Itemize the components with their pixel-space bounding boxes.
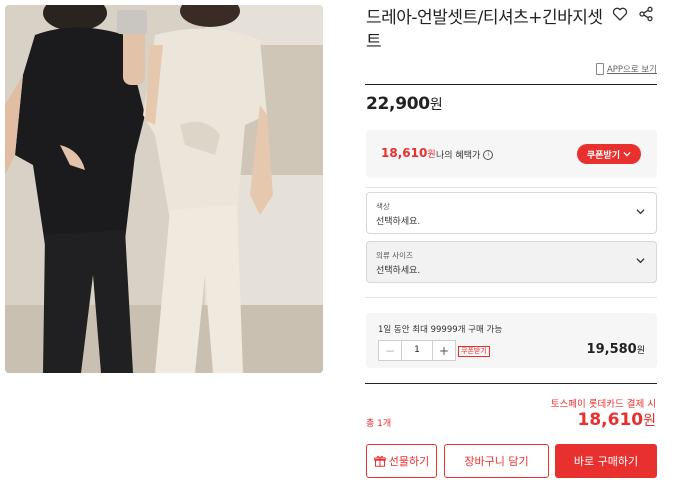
size-select-value: 선택하세요. xyxy=(376,266,421,276)
total-count: 총 1개 xyxy=(366,419,392,429)
coupon-button-label: 쿠폰받기 xyxy=(586,150,620,161)
size-select[interactable]: 의류 사이즈 선택하세요. xyxy=(366,241,657,283)
buy-now-button[interactable]: 바로 구매하기 xyxy=(555,444,657,478)
total-price-value: 18,610 xyxy=(577,410,644,430)
gift-button-label: 선물하기 xyxy=(388,455,430,468)
price-currency: 원 xyxy=(429,97,443,113)
chevron-down-icon xyxy=(623,151,631,157)
quantity-value[interactable]: 1 xyxy=(402,341,432,360)
share-icon[interactable] xyxy=(638,6,656,24)
item-price-value: 19,580 xyxy=(586,342,637,357)
benefit-price-value: 18,610 xyxy=(381,146,428,160)
heart-icon[interactable] xyxy=(612,6,630,24)
app-view-label: APP으로 보기 xyxy=(606,65,657,75)
selected-item-box: 1일 동안 최대 99999개 구매 가능 − 1 + 쿠폰받기 19,580원 xyxy=(366,313,657,368)
product-price: 22,900원 xyxy=(366,94,443,114)
product-image[interactable] xyxy=(5,5,323,373)
color-select-label: 색상 xyxy=(376,202,390,211)
phone-icon xyxy=(595,63,604,75)
size-select-label: 의류 사이즈 xyxy=(376,251,413,260)
item-price: 19,580원 xyxy=(587,342,645,357)
color-select[interactable]: 색상 선택하세요. xyxy=(366,192,657,234)
app-view-link[interactable]: APP으로 보기 xyxy=(595,63,657,75)
product-price-value: 22,900 xyxy=(366,94,430,114)
divider xyxy=(365,187,657,188)
purchase-limit-notice: 1일 동안 최대 99999개 구매 가능 xyxy=(378,325,503,335)
add-to-cart-button[interactable]: 장바구니 담기 xyxy=(444,444,549,478)
total-price-currency: 원 xyxy=(643,413,656,429)
benefit-currency: 원 xyxy=(427,150,436,160)
quantity-decrease-button[interactable]: − xyxy=(379,341,402,360)
benefit-label: 나의 혜택가 i xyxy=(436,148,494,161)
quantity-increase-button[interactable]: + xyxy=(432,341,455,360)
gift-button[interactable]: 선물하기 xyxy=(366,444,437,478)
benefit-price: 18,610원 xyxy=(381,146,436,160)
product-title: 드레아-언발셋트/티셔츠+긴바지셋트 xyxy=(366,8,603,52)
payment-promo: 토스페이 롯데카드 결제 시 xyxy=(550,399,656,410)
divider xyxy=(365,383,657,384)
coupon-button[interactable]: 쿠폰받기 xyxy=(576,144,641,164)
divider xyxy=(365,84,657,85)
chevron-down-icon xyxy=(636,258,645,264)
divider xyxy=(365,297,657,298)
benefit-box: 18,610원 나의 혜택가 i 쿠폰받기 xyxy=(366,130,657,178)
info-icon[interactable]: i xyxy=(483,149,494,160)
chevron-down-icon xyxy=(636,209,645,215)
benefit-label-text: 나의 혜택가 xyxy=(436,151,481,161)
item-price-currency: 원 xyxy=(636,346,645,356)
gift-icon xyxy=(374,455,386,467)
color-select-value: 선택하세요. xyxy=(376,217,421,227)
total-price: 18,610원 xyxy=(578,410,657,430)
quantity-stepper: − 1 + xyxy=(378,340,456,361)
coupon-tag[interactable]: 쿠폰받기 xyxy=(458,346,490,357)
